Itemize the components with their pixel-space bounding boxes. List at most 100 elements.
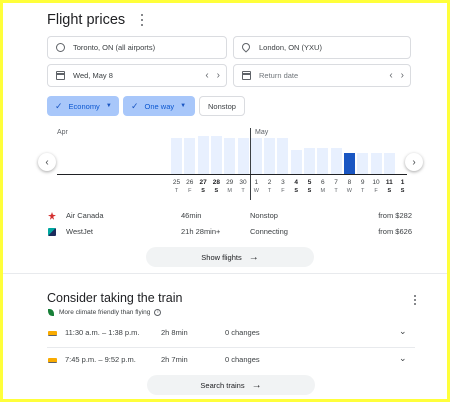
price-bar[interactable] [304, 148, 315, 174]
arrow-right-icon: → [251, 379, 262, 391]
price-bar[interactable] [264, 138, 276, 174]
price-bar[interactable] [224, 138, 236, 174]
flight-stops: Connecting [250, 227, 288, 236]
airline-name: WestJet [66, 227, 93, 236]
day-number: 8 [347, 179, 352, 186]
weekday-letter: T [267, 188, 272, 194]
train-changes: 0 changes [225, 355, 260, 364]
air-canada-logo-icon [48, 212, 56, 220]
depart-date-field[interactable]: Wed, May 8 ‹ › [47, 64, 227, 87]
price-bar-selected[interactable] [343, 153, 355, 174]
eco-note-text: More climate friendly than flying [59, 309, 151, 316]
day-number: 2 [267, 179, 272, 186]
price-bar[interactable] [357, 153, 369, 174]
page-title: Flight prices [47, 12, 126, 28]
weekday-letter: W [253, 188, 259, 194]
price-bar[interactable] [210, 136, 222, 174]
day-number: 26 [186, 179, 194, 186]
weekday-letter: S [294, 188, 299, 194]
weekday-letter: T [361, 188, 365, 194]
search-trains-label: Search trains [200, 380, 245, 390]
day-number: 11 [385, 179, 393, 186]
price-bar[interactable] [290, 150, 302, 174]
flight-row[interactable]: WestJet 21h 28min+ Connecting from $626 [3, 224, 447, 239]
price-calendar-chart: Apr May ‹ › 25 T 26 F 27 S 28 S 29 M 30 T 1 W 2 T 3 F 4 S 5 S… [3, 123, 447, 205]
train-row[interactable]: 7:45 p.m. – 9:52 p.m. 2h 7min 0 changes ⌄ [3, 350, 447, 372]
price-bar[interactable] [237, 138, 249, 174]
flight-stops: Nonstop [250, 211, 278, 220]
day-number: 25 [172, 179, 181, 186]
day-number: 1 [254, 179, 259, 186]
train-operator-icon [48, 358, 57, 363]
price-bar[interactable] [184, 138, 196, 174]
section-divider [3, 273, 447, 274]
price-bar[interactable] [370, 153, 382, 174]
prev-date-icon[interactable]: ‹ [205, 70, 208, 81]
next-date-icon[interactable]: › [401, 70, 404, 81]
calendar-prev-button[interactable]: ‹ [38, 153, 56, 171]
expand-chevron-icon[interactable]: ⌄ [399, 353, 407, 364]
day-number: 3 [281, 179, 285, 186]
price-bar[interactable] [383, 153, 395, 174]
westjet-logo-icon [48, 228, 56, 236]
expand-chevron-icon[interactable]: ⌄ [399, 326, 407, 337]
weekday-letter: F [188, 188, 192, 194]
more-vert-icon[interactable] [137, 13, 147, 27]
day-number: 7 [334, 179, 338, 186]
row-divider [47, 347, 415, 348]
day-number: 27 [199, 179, 207, 186]
flight-duration: 46min [181, 211, 202, 220]
train-row[interactable]: 11:30 a.m. – 1:38 p.m. 2h 8min 0 changes ⌄ [3, 323, 447, 345]
destination-field[interactable]: London, ON (YXU) [233, 36, 411, 59]
day-number: 1 [400, 179, 405, 186]
origin-field[interactable]: Toronto, ON (all airports) [47, 36, 227, 59]
check-icon: ✓ [55, 100, 63, 111]
show-flights-button[interactable]: Show flights → [146, 247, 314, 267]
search-trains-button[interactable]: Search trains → [147, 375, 315, 395]
day-number: 29 [226, 179, 234, 186]
trip-type-chip[interactable]: ✓ One way ▼ [123, 96, 195, 116]
weekday-letter: T [174, 188, 179, 194]
next-date-icon[interactable]: › [217, 70, 220, 81]
day-number: 28 [212, 179, 220, 186]
price-bar[interactable] [330, 148, 342, 174]
train-operator-icon [48, 331, 57, 336]
train-changes: 0 changes [225, 328, 260, 337]
price-bar[interactable] [197, 136, 209, 174]
flight-row[interactable]: Air Canada 46min Nonstop from $282 [3, 208, 447, 223]
calendar-icon [242, 71, 251, 80]
day-number: 9 [360, 179, 365, 186]
more-vert-icon[interactable] [410, 294, 420, 308]
price-bar[interactable] [171, 138, 182, 174]
prev-date-icon[interactable]: ‹ [389, 70, 392, 81]
header: Flight prices [47, 12, 147, 28]
flight-price: from $282 [378, 211, 412, 220]
calendar-next-button[interactable]: › [405, 153, 423, 171]
weekday-letter: S [400, 188, 405, 194]
day-number: 5 [307, 179, 312, 186]
weekday-letter: S [214, 188, 219, 194]
info-icon[interactable]: i [154, 309, 162, 316]
cabin-class-chip[interactable]: ✓ Economy ▼ [47, 96, 119, 116]
nonstop-chip[interactable]: Nonstop [199, 96, 245, 116]
price-bar[interactable] [317, 148, 329, 174]
weekday-letter: T [334, 188, 338, 194]
origin-value: Toronto, ON (all airports) [73, 43, 156, 52]
return-date-field[interactable]: Return date ‹ › [233, 64, 411, 87]
trip-type-label: One way [144, 101, 175, 111]
dropdown-caret-icon: ▼ [180, 103, 187, 109]
dropdown-caret-icon: ▼ [105, 103, 112, 109]
price-bar[interactable] [250, 138, 262, 174]
weekday-letter: M [320, 188, 326, 194]
chart-baseline [57, 174, 407, 175]
weekday-letter: T [241, 188, 245, 194]
return-date-arrows: ‹ › [389, 70, 404, 81]
day-number: 10 [372, 179, 380, 186]
day-number: 4 [294, 179, 298, 186]
weekday-letter: S [307, 188, 312, 194]
train-duration: 2h 7min [161, 355, 188, 364]
day-number: 6 [320, 179, 325, 186]
month-label-apr: Apr [57, 129, 68, 136]
price-bar[interactable] [277, 138, 289, 174]
flight-duration: 21h 28min+ [181, 227, 221, 236]
